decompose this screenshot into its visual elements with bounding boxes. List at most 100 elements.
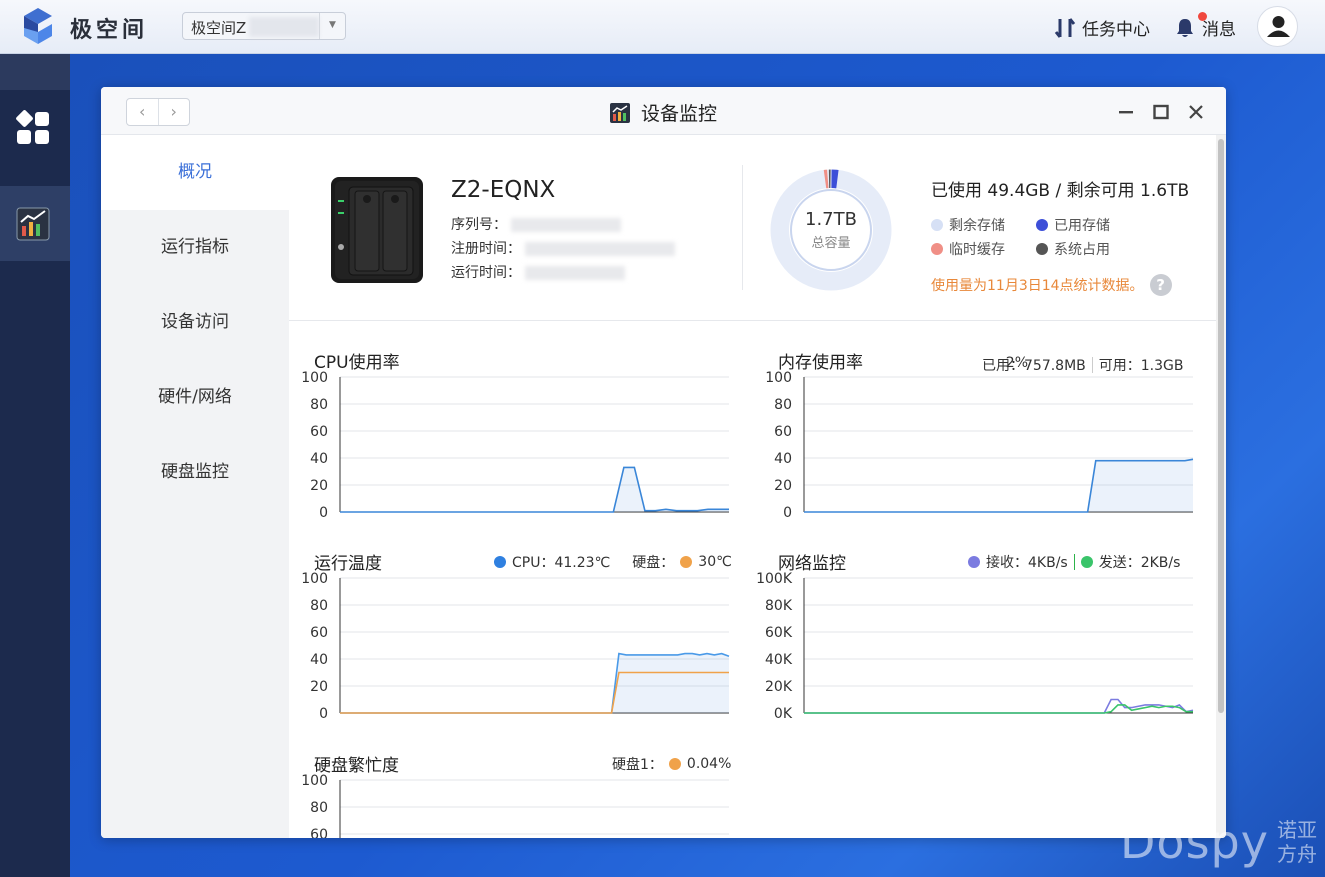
- y-tick-label: 60: [310, 424, 328, 440]
- storage-stat-note: 使用量为11月3日14点统计数据。 ?: [931, 274, 1172, 296]
- series-line: [804, 698, 1194, 714]
- y-tick-label: 0: [783, 505, 792, 521]
- memory-chart-info: 已用：757.8MB 可用：1.3GB: [982, 355, 1183, 375]
- messages-label: 消息: [1202, 20, 1236, 40]
- y-tick-label: 60K: [765, 625, 793, 641]
- task-center-label: 任务中心: [1082, 20, 1150, 40]
- legend-label: 已用存储: [1054, 218, 1110, 234]
- memory-used: 已用：757.8MB: [982, 358, 1086, 374]
- legend-dot: [680, 556, 693, 568]
- maximize-icon[interactable]: [1153, 104, 1169, 120]
- user-icon: [1267, 16, 1290, 37]
- user-avatar[interactable]: [1257, 6, 1298, 47]
- transfer-icon: [1054, 17, 1076, 38]
- dock-header: [0, 54, 70, 90]
- y-tick-label: 100K: [756, 571, 793, 587]
- app-brand: 极空间: [70, 18, 149, 43]
- monitor-chart-icon: [16, 207, 50, 241]
- scrollbar-thumb[interactable]: [1218, 139, 1224, 713]
- monitor-chart-icon: [610, 102, 630, 123]
- memory-available: 可用：1.3GB: [1098, 358, 1184, 374]
- app-logo-icon: [24, 8, 52, 44]
- legend-dot: [931, 219, 943, 231]
- window-title-text: 设备监控: [641, 103, 718, 125]
- y-tick-label: 100: [765, 370, 792, 386]
- y-tick-label: 40: [774, 451, 792, 467]
- y-tick-label: 80: [774, 397, 792, 413]
- minimize-icon[interactable]: [1118, 104, 1134, 120]
- series-line: [804, 704, 1193, 714]
- net-rx: 接收：4KB/s: [986, 555, 1068, 571]
- storage-total: 1.7TB: [805, 209, 857, 230]
- help-icon[interactable]: ?: [1149, 274, 1172, 296]
- forward-icon[interactable]: ›: [159, 99, 190, 125]
- net-tx: 发送：2KB/s: [1098, 555, 1181, 571]
- sidebar-item-metrics[interactable]: 运行指标: [101, 210, 289, 285]
- y-tick-label: 40K: [765, 652, 793, 668]
- y-tick-label: 20K: [765, 679, 793, 695]
- series-line: [340, 466, 729, 513]
- sidebar-item-device-access[interactable]: 设备访问: [101, 285, 289, 360]
- legend-label: 系统占用: [1054, 242, 1110, 258]
- dock-app-launcher[interactable]: [0, 90, 70, 165]
- sidebar-item-disk-monitor[interactable]: 硬盘监控: [101, 435, 289, 510]
- close-icon[interactable]: [1188, 104, 1204, 120]
- network-chart-info: 接收：4KB/s 发送：2KB/s: [968, 552, 1180, 572]
- temp-disk-label: 硬盘：: [632, 555, 675, 571]
- content-scrollbar[interactable]: [1216, 135, 1226, 838]
- top-bar: 极空间 极空间Z ▼ 任务中心 消息: [0, 0, 1325, 54]
- app-dock: [0, 54, 70, 877]
- separator: [1073, 554, 1075, 570]
- nas-device-image: [331, 177, 423, 283]
- divider: [742, 165, 743, 290]
- storage-total-label: 总容量: [811, 236, 851, 251]
- legend-dot: [1036, 243, 1048, 255]
- space-select-value: 极空间Z: [191, 19, 247, 37]
- bell-icon: [1174, 11, 1207, 39]
- task-center-button[interactable]: 任务中心: [1054, 15, 1150, 40]
- divider: [289, 320, 1216, 321]
- series-area: [804, 459, 1193, 512]
- space-select[interactable]: 极空间Z ▼: [182, 12, 346, 40]
- y-tick-label: 80: [310, 397, 328, 413]
- redacted-text: [525, 242, 675, 256]
- y-tick-label: 0K: [774, 706, 793, 722]
- device-uptime: 运行时间：: [451, 262, 625, 282]
- y-tick-label: 0: [319, 706, 328, 722]
- legend-dot: [968, 556, 980, 568]
- legend-dot: [494, 556, 506, 568]
- register-label: 注册时间：: [451, 241, 521, 257]
- notification-dot: [1198, 11, 1207, 21]
- device-monitor-window: ‹ › 设备监控 概况 运行指标 设备访问 硬件/网络 硬盘监控 Z2-EQNX…: [101, 87, 1226, 838]
- memory-usage-chart: 100 80 60 40 20 0: [765, 370, 1194, 521]
- sidebar-item-hardware-network[interactable]: 硬件/网络: [101, 360, 289, 435]
- donut-center: 1.7TB 总容量: [768, 209, 894, 251]
- redacted-text: [525, 266, 625, 280]
- cpu-usage-chart: 100 80 60 40 20 0: [301, 370, 729, 521]
- separator: [1091, 357, 1093, 373]
- series-area: [340, 653, 729, 713]
- disk-busy-value: 0.04%: [686, 756, 732, 772]
- dock-device-monitor[interactable]: [0, 186, 70, 261]
- network-chart: 100K 80K 60K 40K 20K 0K: [756, 571, 1194, 722]
- y-tick-label: 100: [301, 773, 328, 789]
- series-area: [340, 467, 729, 512]
- legend-dot: [1036, 219, 1048, 231]
- y-tick-label: 80: [310, 598, 328, 614]
- legend-label: 临时缓存: [949, 242, 1005, 258]
- legend-temp-cache: 临时缓存: [931, 239, 1005, 259]
- y-tick-label: 100: [301, 370, 328, 386]
- y-tick-label: 60: [310, 827, 328, 838]
- window-titlebar: ‹ › 设备监控: [101, 87, 1226, 135]
- disk-busy-label: 硬盘1：: [612, 757, 663, 773]
- messages-button[interactable]: 消息: [1174, 11, 1236, 40]
- device-register-time: 注册时间：: [451, 238, 675, 258]
- chevron-down-icon[interactable]: ▼: [319, 13, 345, 39]
- legend-dot: [931, 243, 943, 255]
- sidebar-item-overview[interactable]: 概况: [101, 135, 289, 210]
- uptime-label: 运行时间：: [451, 265, 521, 281]
- y-tick-label: 60: [310, 625, 328, 641]
- y-tick-label: 40: [310, 652, 328, 668]
- back-icon[interactable]: ‹: [127, 99, 159, 125]
- redacted-text: [511, 218, 621, 232]
